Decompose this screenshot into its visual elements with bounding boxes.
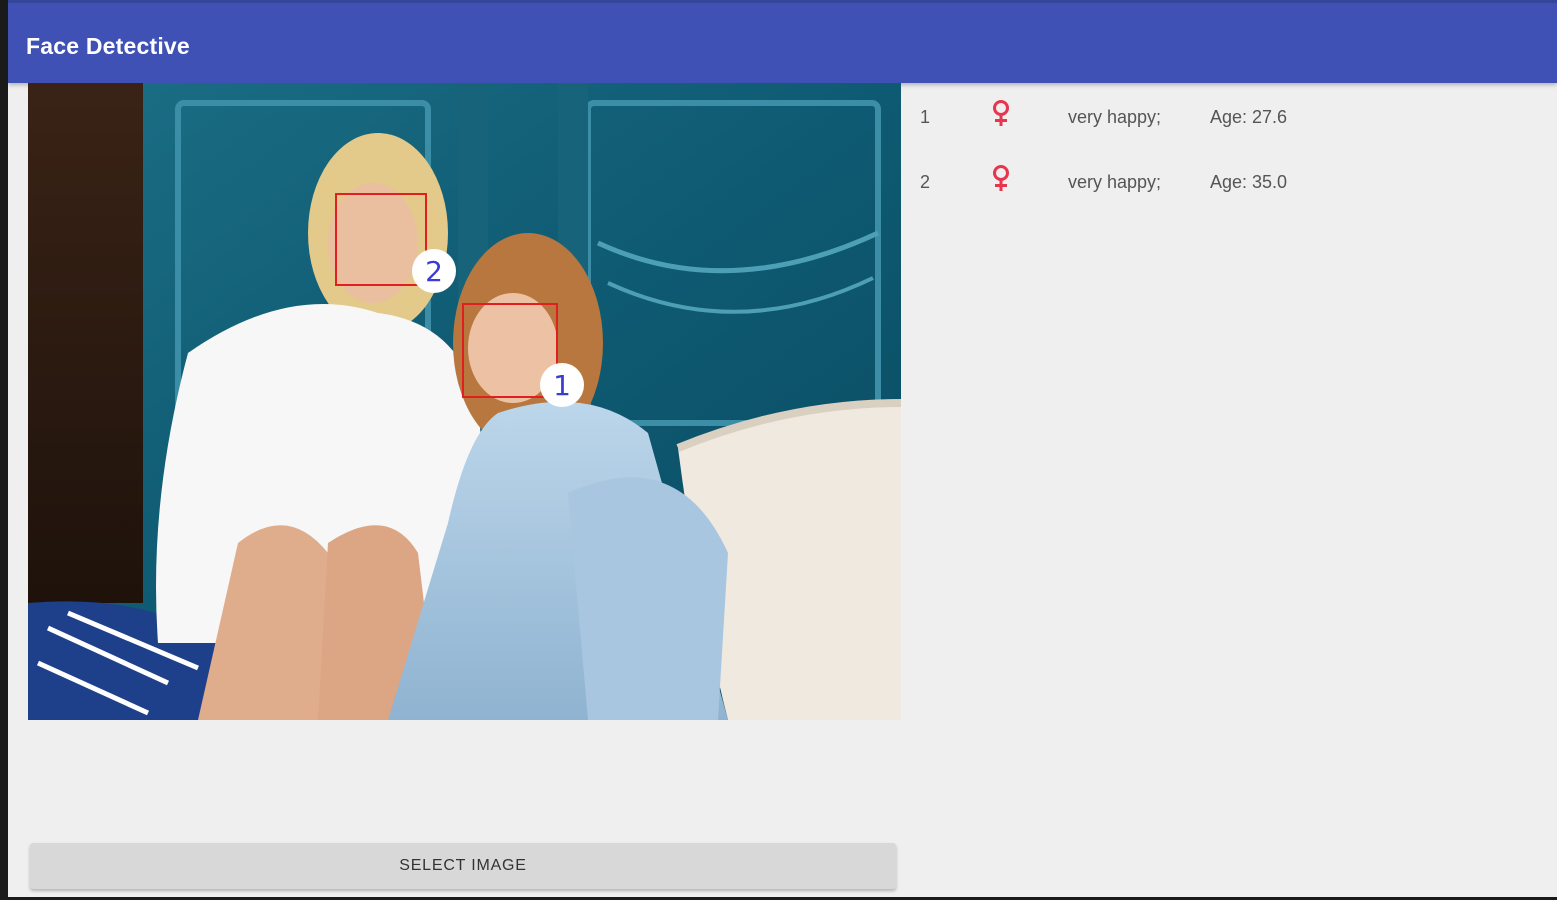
age-text: Age: 35.0 xyxy=(1210,172,1288,192)
app-title: Face Detective xyxy=(26,33,190,59)
face-badge-1: 1 xyxy=(540,363,584,407)
select-image-button[interactable]: SELECT IMAGE xyxy=(30,843,896,889)
face-badge-2: 2 xyxy=(412,249,456,293)
app-window: Face Detective 2 1 1 very happy; Age: 27… xyxy=(8,0,1557,897)
result-row: 1 very happy; Age: 27.6 xyxy=(920,83,1540,148)
photo-illustration xyxy=(28,83,901,720)
face-results-list: 1 very happy; Age: 27.6 2 very happy; Ag… xyxy=(920,83,1540,213)
female-icon xyxy=(990,164,1012,197)
face-index: 1 xyxy=(920,107,931,127)
face-index: 2 xyxy=(920,172,931,192)
female-icon xyxy=(990,99,1012,132)
emotion-text: very happy; xyxy=(1068,107,1162,127)
result-row: 2 very happy; Age: 35.0 xyxy=(920,148,1540,213)
analyzed-photo: 2 1 xyxy=(28,83,901,720)
app-bar: Face Detective xyxy=(8,0,1557,83)
age-text: Age: 27.6 xyxy=(1210,107,1288,127)
emotion-text: very happy; xyxy=(1068,172,1162,192)
